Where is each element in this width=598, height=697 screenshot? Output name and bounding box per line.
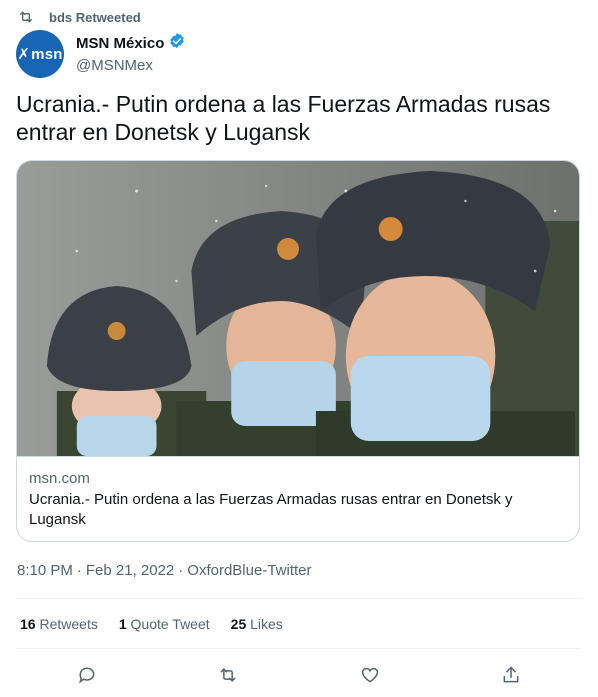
separator-dot: · <box>178 562 184 579</box>
retweet-icon <box>220 668 236 682</box>
soldiers-photo[interactable] <box>17 161 579 457</box>
card-domain[interactable]: msn.com <box>29 469 567 489</box>
quote-label: Quote Tweet <box>130 616 210 632</box>
retweet-header[interactable]: bds Retweeted <box>17 8 141 26</box>
separator-dot: · <box>76 562 82 579</box>
share-button[interactable] <box>493 660 529 690</box>
reply-icon <box>78 667 95 684</box>
retweet-button[interactable] <box>210 660 246 690</box>
msn-butterfly-icon: ✗ <box>17 46 31 63</box>
author-handle[interactable]: @MSNMex <box>76 56 186 76</box>
tweet-text: Ucrania.- Putin ordena a las Fuerzas Arm… <box>16 91 551 145</box>
tweet-author[interactable]: ✗ msn MSN México @MSNMex <box>16 30 186 78</box>
avatar-logo-text: msn <box>31 45 63 63</box>
tweet-stats: 16 Retweets 1 Quote Tweet 25 Likes <box>20 616 304 632</box>
quote-count: 1 <box>118 616 127 632</box>
tweet-timestamp: 8:10 PM · Feb 21, 2022 · OxfordBlue-Twit… <box>17 562 312 579</box>
retweets-label: Retweets <box>39 616 98 632</box>
share-icon <box>503 666 519 683</box>
reply-button[interactable] <box>69 660 105 690</box>
likes-count: 25 <box>230 616 247 632</box>
tweet-time[interactable]: 8:10 PM <box>17 562 73 579</box>
retweets-stat[interactable]: 16 Retweets <box>20 616 98 632</box>
divider <box>16 648 582 649</box>
like-button[interactable] <box>352 660 388 690</box>
retweets-count: 16 <box>20 616 36 632</box>
tweet-source[interactable]: OxfordBlue-Twitter <box>187 562 311 579</box>
divider <box>16 598 582 599</box>
author-display-name-row[interactable]: MSN México <box>76 32 186 56</box>
retweeted-by-label[interactable]: bds Retweeted <box>49 10 141 25</box>
retweet-icon <box>17 9 35 25</box>
likes-stat[interactable]: 25 Likes <box>231 616 283 632</box>
link-card[interactable]: msn.com Ucrania.- Putin ordena a las Fue… <box>16 160 580 542</box>
verified-badge-icon <box>168 32 186 56</box>
like-icon <box>361 667 378 683</box>
author-display-name[interactable]: MSN México <box>76 34 164 54</box>
card-title[interactable]: Ucrania.- Putin ordena a las Fuerzas Arm… <box>29 490 567 530</box>
tweet-date[interactable]: Feb 21, 2022 <box>86 562 174 579</box>
avatar[interactable]: ✗ msn <box>16 30 64 78</box>
tweet-actions <box>16 660 582 690</box>
quote-tweets-stat[interactable]: 1 Quote Tweet <box>119 616 210 632</box>
likes-label: Likes <box>250 616 283 632</box>
